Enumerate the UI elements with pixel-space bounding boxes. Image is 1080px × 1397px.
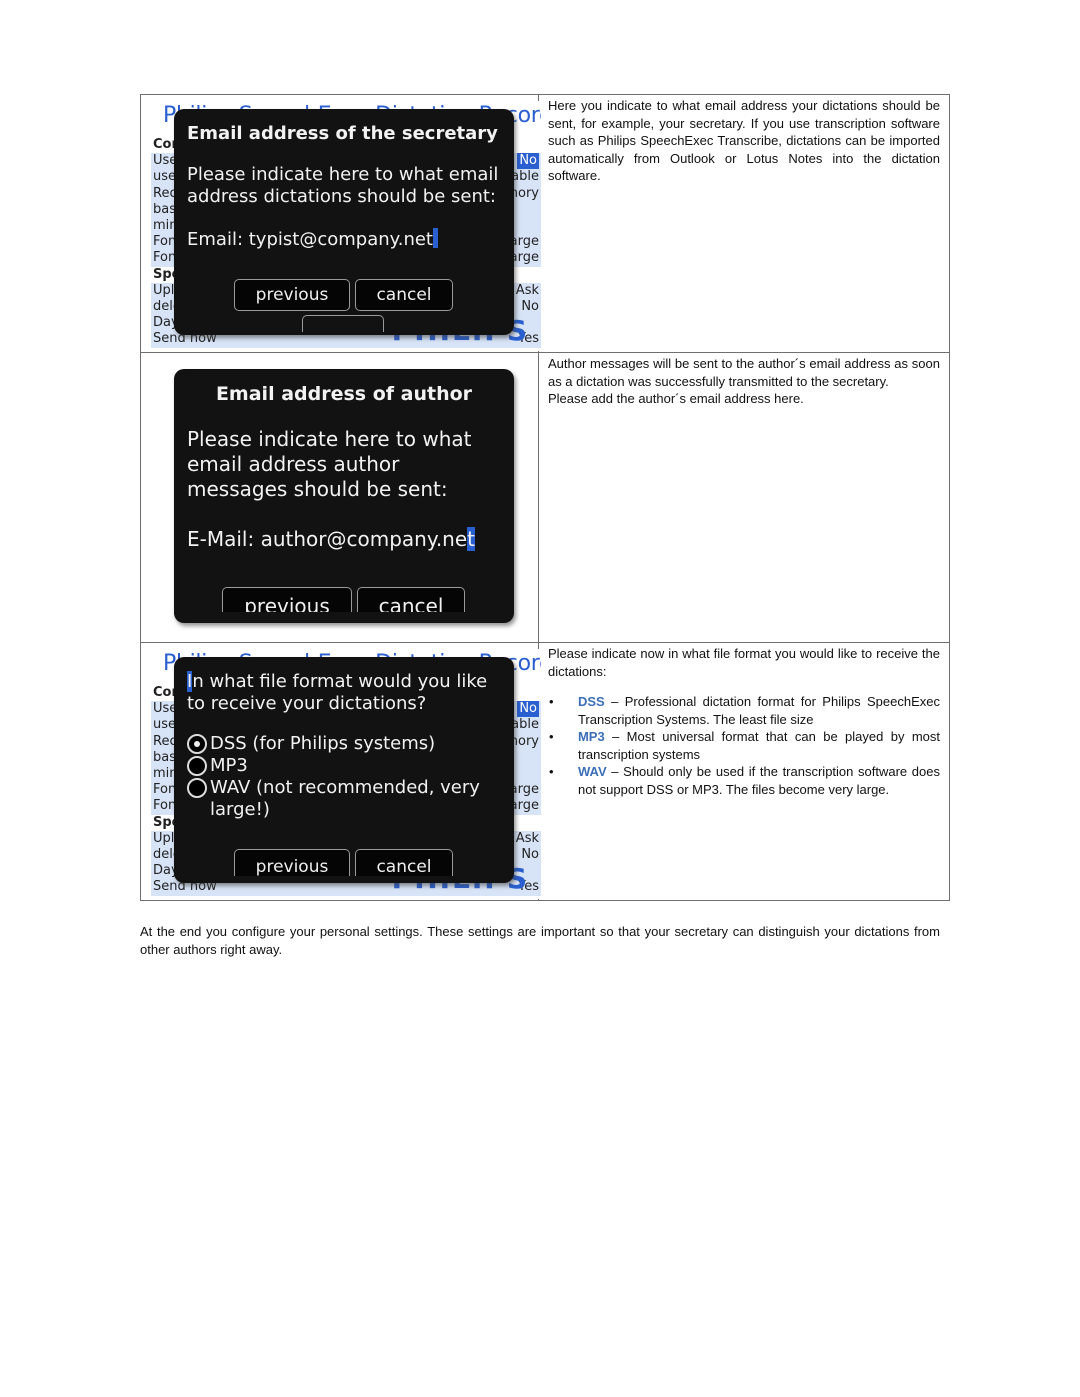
email-field-value[interactable]: typist@company.net <box>249 229 433 250</box>
description-cell: Here you indicate to what email address … <box>537 94 951 353</box>
cancel-button[interactable]: cancel <box>355 279 453 311</box>
format-description: – Professional dictation format for Phil… <box>577 694 940 727</box>
format-description: – Most universal format that can be play… <box>577 729 940 762</box>
format-option-label: WAV (not recommended, very large!) <box>210 777 480 820</box>
email-field-value[interactable]: author@company.ne <box>261 527 468 551</box>
format-option[interactable]: DSS (for Philips systems) <box>187 733 504 755</box>
format-option[interactable]: WAV (not recommended, very large!) <box>187 777 504 821</box>
instructions-table: Philips SpeechExec Dictation Recorder Co… <box>140 94 951 901</box>
email-field[interactable]: Email: typist@company.net <box>174 208 514 251</box>
dialog-prompt: Please indicate here to what email addre… <box>187 427 472 501</box>
footer-paragraph: At the end you configure your personal s… <box>140 924 940 957</box>
table-row-secretary-email: Philips SpeechExec Dictation Recorder Co… <box>140 94 951 353</box>
format-list-item: MP3 – Most universal format that can be … <box>548 728 940 763</box>
dialog-title: Email address of the secretary <box>187 123 498 144</box>
previous-button[interactable]: previous <box>234 849 350 876</box>
author-email-dialog: Email address of author Please indicate … <box>174 369 514 623</box>
settings-value: No <box>517 701 539 718</box>
description-cell: Please indicate now in what file format … <box>537 642 951 901</box>
format-option-label: MP3 <box>210 755 248 776</box>
table-row-author-email: Email address of author Please indicate … <box>140 352 951 643</box>
format-list-item: WAV – Should only be used if the transcr… <box>548 763 940 798</box>
dialog-title: Email address of author <box>215 383 473 405</box>
format-description: – Should only be used if the transcripti… <box>577 764 940 797</box>
radio-unchecked-icon[interactable] <box>187 756 207 776</box>
previous-button[interactable]: previous <box>222 587 352 612</box>
table-row-file-format: Philips SpeechExec Dictation Recorder Co… <box>140 642 951 901</box>
settings-value: Ask <box>515 830 539 846</box>
dialog-prompt: In what file format would you like to re… <box>174 657 514 715</box>
secretary-email-dialog: Email address of the secretary Please in… <box>174 109 514 335</box>
author-email-instruction: Please add the author´s email address he… <box>547 391 804 406</box>
screenshot-cell: Email address of author Please indicate … <box>140 352 539 643</box>
file-format-description: Please indicate now in what file format … <box>547 646 940 679</box>
dialog-prompt: Please indicate here to what email addre… <box>187 164 499 207</box>
settings-value: No <box>517 153 539 170</box>
format-radio-group: DSS (for Philips systems) MP3 WAV (not rec… <box>174 715 514 821</box>
format-option-label: DSS (for Philips systems) <box>210 733 436 754</box>
format-keyword: DSS <box>577 694 605 709</box>
email-field-label: Email: <box>187 229 244 250</box>
author-email-description: Author messages will be sent to the auth… <box>547 356 940 389</box>
description-cell: Author messages will be sent to the auth… <box>537 352 951 643</box>
screenshot-cell: Philips SpeechExec Dictation Recorder Co… <box>140 94 541 353</box>
hidden-button-edge <box>302 315 384 332</box>
email-field-label: E-Mail: <box>187 527 255 551</box>
prompt-text: n what file format would you like to rec… <box>187 671 488 714</box>
screenshot-cell: Philips SpeechExec Dictation Recorder Co… <box>140 642 541 901</box>
format-keyword: MP3 <box>577 729 605 744</box>
selected-character: t <box>467 527 475 551</box>
settings-value: No <box>521 847 539 863</box>
cancel-button[interactable]: cancel <box>357 587 465 612</box>
format-keyword: WAV <box>577 764 607 779</box>
file-format-dialog: In what file format would you like to re… <box>174 657 514 883</box>
secretary-email-description: Here you indicate to what email address … <box>547 98 940 183</box>
format-list-item: DSS – Professional dictation format for … <box>548 693 940 728</box>
radio-unchecked-icon[interactable] <box>187 778 207 798</box>
settings-value: Ask <box>515 282 539 298</box>
email-field[interactable]: E-Mail: author@company.net <box>174 502 514 551</box>
format-option[interactable]: MP3 <box>187 755 504 777</box>
radio-checked-icon[interactable] <box>187 734 207 754</box>
cancel-button[interactable]: cancel <box>355 849 453 876</box>
format-list: DSS – Professional dictation format for … <box>548 693 940 798</box>
settings-value: No <box>521 299 539 315</box>
previous-button[interactable]: previous <box>234 279 350 311</box>
text-cursor <box>432 228 438 248</box>
